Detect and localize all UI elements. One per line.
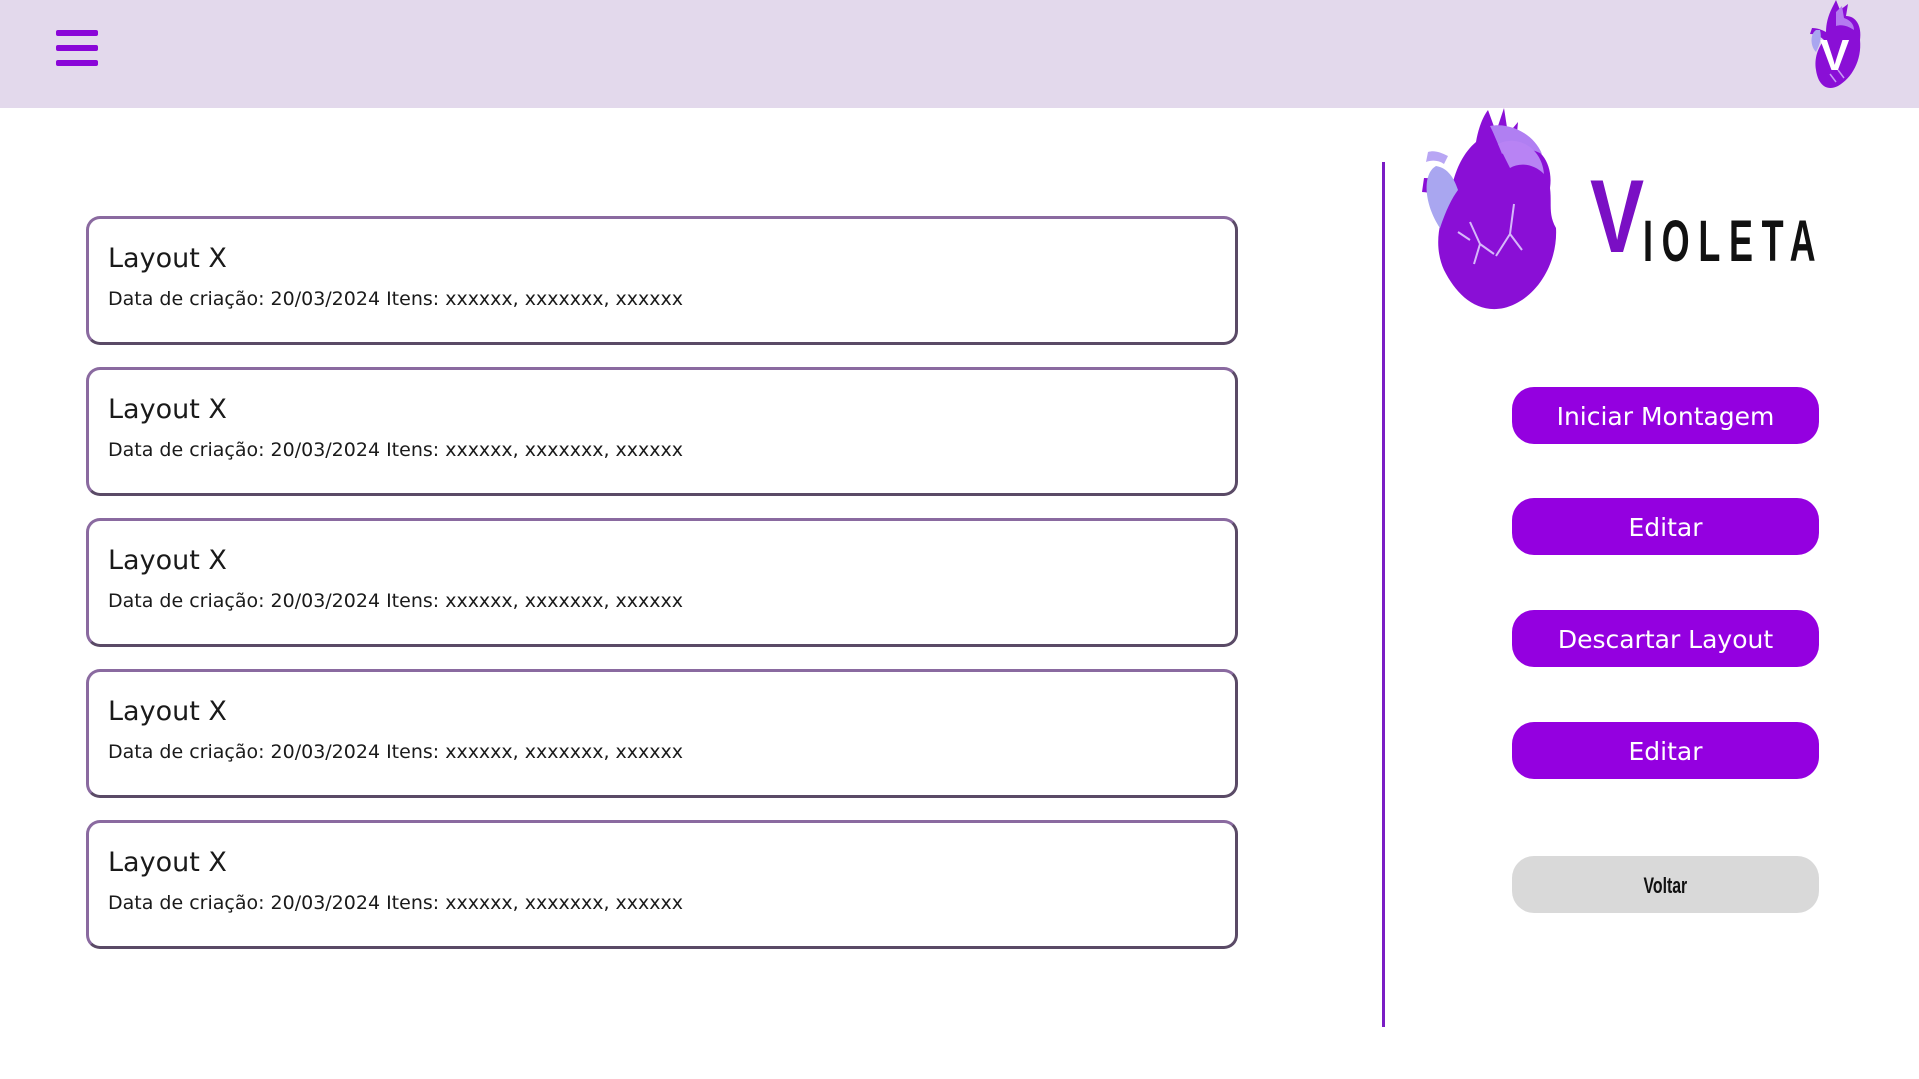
layout-card[interactable]: Layout X Data de criação: 20/03/2024 Ite…: [86, 367, 1238, 496]
svg-text:V: V: [1820, 31, 1850, 80]
brand-wordmark: VIOLETA: [1590, 158, 1919, 275]
heart-v-logo-icon[interactable]: V: [1790, 0, 1870, 108]
discard-layout-button[interactable]: Descartar Layout: [1512, 610, 1819, 667]
edit-button[interactable]: Editar: [1512, 498, 1819, 555]
layout-title: Layout X: [108, 545, 227, 576]
layout-card[interactable]: Layout X Data de criação: 20/03/2024 Ite…: [86, 216, 1238, 345]
top-bar: V: [0, 0, 1919, 108]
layout-card[interactable]: Layout X Data de criação: 20/03/2024 Ite…: [86, 518, 1238, 647]
back-button[interactable]: Voltar: [1512, 856, 1819, 913]
edit-button-secondary[interactable]: Editar: [1512, 722, 1819, 779]
layout-card[interactable]: Layout X Data de criação: 20/03/2024 Ite…: [86, 669, 1238, 798]
layout-title: Layout X: [108, 847, 227, 878]
start-assembly-button[interactable]: Iniciar Montagem: [1512, 387, 1819, 444]
layout-title: Layout X: [108, 394, 227, 425]
back-button-label: Voltar: [1643, 873, 1688, 898]
brand-initial: V: [1590, 159, 1644, 275]
brand-rest: IOLETA: [1643, 209, 1825, 274]
layout-meta: Data de criação: 20/03/2024 Itens: xxxxx…: [108, 590, 684, 612]
layout-meta: Data de criação: 20/03/2024 Itens: xxxxx…: [108, 741, 684, 763]
hamburger-menu-icon[interactable]: [56, 30, 98, 68]
anatomical-heart-icon: [1422, 108, 1557, 310]
layout-title: Layout X: [108, 696, 227, 727]
layout-meta: Data de criação: 20/03/2024 Itens: xxxxx…: [108, 892, 684, 914]
layout-title: Layout X: [108, 243, 227, 274]
layout-list: Layout X Data de criação: 20/03/2024 Ite…: [86, 216, 1238, 971]
layout-meta: Data de criação: 20/03/2024 Itens: xxxxx…: [108, 288, 684, 310]
vertical-divider: [1382, 162, 1385, 1027]
layout-meta: Data de criação: 20/03/2024 Itens: xxxxx…: [108, 439, 684, 461]
layout-card[interactable]: Layout X Data de criação: 20/03/2024 Ite…: [86, 820, 1238, 949]
